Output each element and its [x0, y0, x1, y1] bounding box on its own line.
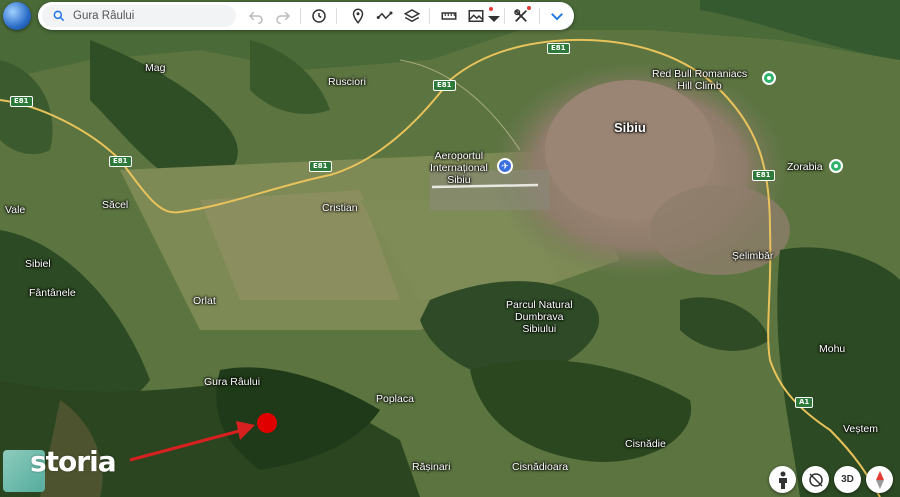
place-label-orlat[interactable]: Orlat: [193, 295, 216, 307]
place-label-dumbrava[interactable]: Parcul Natural Dumbrava Sibiului: [506, 299, 573, 335]
place-label-sibiel[interactable]: Sibiel: [25, 258, 51, 270]
road-shield-e81: E81: [309, 161, 332, 172]
place-label-aeroport[interactable]: Aeroportul Internațional Sibiu: [430, 150, 488, 186]
toolbar-separator: [429, 8, 430, 24]
search-input[interactable]: [73, 7, 223, 25]
place-label-mag[interactable]: Mag: [145, 62, 165, 74]
watermark-brand: storia: [30, 445, 117, 478]
road-shield-e81: E81: [109, 156, 132, 167]
history-icon[interactable]: [310, 7, 328, 25]
place-label-rasinari[interactable]: Rășinari: [412, 461, 451, 473]
location-marker[interactable]: [257, 413, 277, 433]
place-label-cisnadie[interactable]: Cisnădie: [625, 438, 666, 450]
place-label-sacel[interactable]: Săcel: [102, 199, 128, 211]
view-3d-button[interactable]: 3D: [834, 466, 861, 493]
compass-reset-icon[interactable]: [802, 466, 829, 493]
toolbar: [38, 2, 574, 30]
undo-icon[interactable]: [247, 7, 265, 25]
ruler-icon[interactable]: [440, 7, 458, 25]
toolbar-separator: [300, 8, 301, 24]
globe-icon[interactable]: [3, 2, 31, 30]
place-label-zorabia[interactable]: Zorabia: [787, 161, 823, 173]
toolbar-separator: [539, 8, 540, 24]
place-label-red-bull[interactable]: Red Bull Romaniacs Hill Climb: [652, 68, 747, 92]
notification-dot: [527, 6, 531, 10]
image-overlay-icon[interactable]: [467, 7, 485, 25]
chevron-down-icon[interactable]: [548, 7, 566, 25]
redo-icon[interactable]: [274, 7, 292, 25]
place-label-sibiu[interactable]: Sibiu: [614, 120, 646, 135]
toolbar-separator: [336, 8, 337, 24]
place-label-fantanele[interactable]: Fântânele: [29, 287, 76, 299]
place-label-cristian[interactable]: Cristian: [322, 202, 358, 214]
place-label-rusciori[interactable]: Rusciori: [328, 76, 366, 88]
place-label-selimbar[interactable]: Șelimbăr: [732, 250, 773, 262]
chevron-down-icon[interactable]: [485, 10, 500, 22]
place-label-gura-raului[interactable]: Gura Râului: [204, 376, 260, 388]
road-shield-a1: A1: [795, 397, 814, 408]
place-label-vale[interactable]: Vale: [5, 204, 25, 216]
toolbar-separator: [504, 8, 505, 24]
search-icon: [53, 10, 65, 22]
place-label-cisnadioara[interactable]: Cisnădioara: [512, 461, 568, 473]
road-shield-e81: E81: [547, 43, 570, 54]
layers-icon[interactable]: [403, 7, 421, 25]
poi-pin-icon[interactable]: [762, 71, 776, 85]
compass-icon[interactable]: [866, 466, 893, 493]
road-shield-e81: E81: [10, 96, 33, 107]
search-box[interactable]: [42, 5, 236, 27]
place-label-poplaca[interactable]: Poplaca: [376, 393, 414, 405]
place-label-vestem[interactable]: Veștem: [843, 423, 878, 435]
road-shield-e81: E81: [433, 80, 456, 91]
pegman-icon[interactable]: [769, 466, 796, 493]
path-icon[interactable]: [376, 7, 394, 25]
place-label-mohu[interactable]: Mohu: [819, 343, 845, 355]
road-shield-e81: E81: [752, 170, 775, 181]
placemark-icon[interactable]: [349, 7, 367, 25]
poi-pin-icon[interactable]: [829, 159, 843, 173]
airport-icon[interactable]: ✈: [497, 158, 513, 174]
